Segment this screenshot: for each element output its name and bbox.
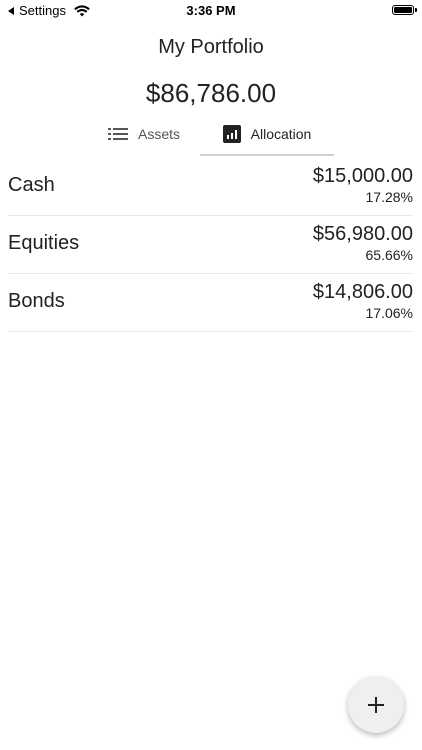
allocation-name: Equities [8, 232, 80, 254]
status-bar: Settings 3:36 PM [0, 0, 422, 22]
tab-allocation-label: Allocation [250, 126, 312, 142]
bar-chart-icon [222, 125, 241, 143]
allocation-amount: $14,806.00 [312, 281, 413, 303]
page-title: My Portfolio [158, 36, 264, 58]
tab-bar: Assets Allocation [0, 114, 422, 156]
allocation-row-equities[interactable]: Equities $56,980.00 65.66% [8, 216, 413, 274]
tab-allocation[interactable]: Allocation [200, 114, 334, 154]
tab-selected-indicator [200, 154, 334, 156]
allocation-row-bonds[interactable]: Bonds $14,806.00 17.06% [8, 274, 413, 332]
tab-assets-label: Assets [137, 126, 180, 142]
allocation-amount: $15,000.00 [312, 165, 413, 187]
battery-icon [392, 5, 417, 15]
allocation-percent: 17.28% [365, 189, 413, 205]
tab-assets[interactable]: Assets [88, 114, 200, 154]
status-time: 3:36 PM [186, 3, 236, 18]
allocation-amount: $56,980.00 [312, 223, 413, 245]
portfolio-total-value: $86,786.00 [145, 78, 277, 108]
allocation-percent: 17.06% [365, 305, 413, 321]
allocation-name: Cash [8, 174, 55, 196]
allocation-list: Cash $15,000.00 17.28% Equities $56,980.… [8, 158, 413, 332]
list-icon [107, 127, 128, 141]
add-button[interactable] [348, 677, 404, 733]
allocation-percent: 65.66% [365, 247, 413, 263]
allocation-name: Bonds [8, 290, 65, 312]
allocation-row-cash[interactable]: Cash $15,000.00 17.28% [8, 158, 413, 216]
plus-icon [368, 697, 384, 713]
